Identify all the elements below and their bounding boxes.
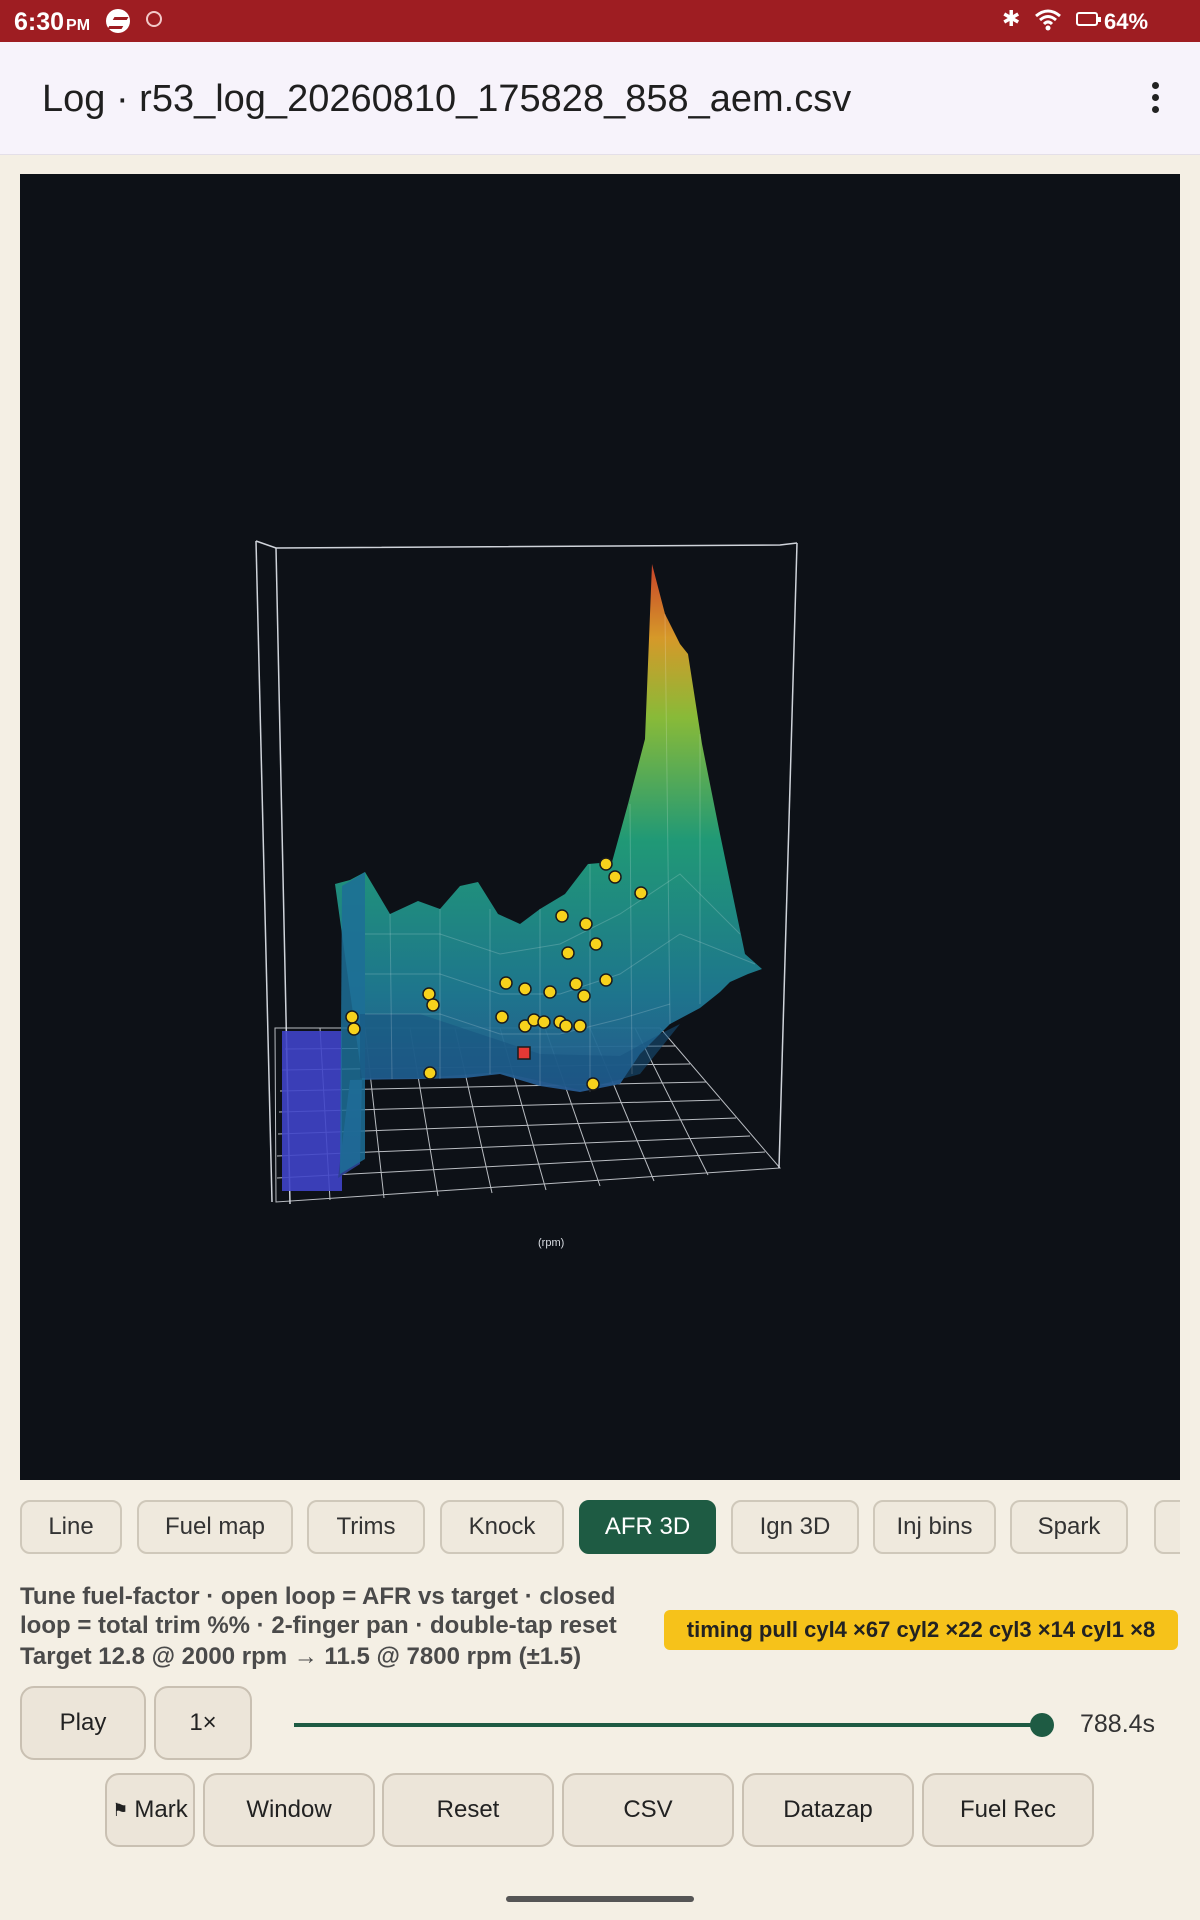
app-bar: Log · r53_log_20260810_175828_858_aem.cs… bbox=[0, 42, 1200, 155]
plot-description: Tune fuel-factor · open loop = AFR vs ta… bbox=[20, 1583, 617, 1639]
mode-chip-row: Line Fuel map Trims Knock AFR 3D Ign 3D … bbox=[20, 1500, 1180, 1558]
page-title: Log · r53_log_20260810_175828_858_aem.cs… bbox=[42, 78, 852, 120]
window-button[interactable]: Window bbox=[203, 1773, 375, 1847]
bluetooth-icon: ✱ bbox=[1002, 6, 1021, 31]
notification-icon bbox=[146, 11, 162, 27]
chip-overflow[interactable] bbox=[1154, 1500, 1180, 1554]
reset-button[interactable]: Reset bbox=[382, 1773, 554, 1847]
mark-button[interactable]: ⚑ Mark bbox=[105, 1773, 195, 1847]
afr-target: Target 12.8 @ 2000 rpm → 11.5 @ 7800 rpm… bbox=[20, 1643, 582, 1670]
blue-floor-block bbox=[282, 1031, 342, 1191]
csv-button[interactable]: CSV bbox=[562, 1773, 734, 1847]
x-axis-label: (rpm) bbox=[538, 1237, 564, 1249]
battery-icon bbox=[1076, 12, 1101, 26]
chip-spark[interactable]: Spark bbox=[1010, 1500, 1128, 1554]
timeline-slider[interactable] bbox=[294, 1723, 1042, 1727]
current-point-marker bbox=[517, 1046, 531, 1060]
datazap-button[interactable]: Datazap bbox=[742, 1773, 914, 1847]
afr-surface bbox=[335, 564, 762, 1178]
flag-icon: ⚑ bbox=[112, 1799, 129, 1820]
status-time: 6:30 PM bbox=[14, 8, 91, 36]
afr-3d-plot[interactable]: (rpm) bbox=[20, 174, 1180, 1480]
speed-button[interactable]: 1× bbox=[154, 1686, 252, 1760]
chip-trims[interactable]: Trims bbox=[307, 1500, 425, 1554]
battery-percent: 64% bbox=[1104, 9, 1149, 34]
fuel-rec-button[interactable]: Fuel Rec bbox=[922, 1773, 1094, 1847]
more-vert-icon[interactable] bbox=[1150, 82, 1160, 116]
chip-fuel-map[interactable]: Fuel map bbox=[137, 1500, 293, 1554]
chip-afr-3d[interactable]: AFR 3D bbox=[579, 1500, 716, 1554]
messenger-icon bbox=[106, 9, 130, 33]
chip-ign-3d[interactable]: Ign 3D bbox=[731, 1500, 859, 1554]
plot-info: Tune fuel-factor · open loop = AFR vs ta… bbox=[20, 1582, 620, 1671]
mark-button-label: Mark bbox=[134, 1796, 188, 1823]
timeline-slider-thumb[interactable] bbox=[1030, 1713, 1054, 1737]
status-bar: 6:30 PM ✱ 64% bbox=[0, 0, 1200, 42]
timeline-time: 788.4s bbox=[1080, 1710, 1156, 1738]
surface-plot-canvas[interactable]: (rpm) bbox=[20, 174, 1180, 1480]
chip-line[interactable]: Line bbox=[20, 1500, 122, 1554]
play-button[interactable]: Play bbox=[20, 1686, 146, 1760]
wifi-icon bbox=[1035, 9, 1061, 31]
knock-badge: timing pull cyl4 ×67 cyl2 ×22 cyl3 ×14 c… bbox=[664, 1610, 1178, 1650]
home-indicator[interactable] bbox=[506, 1896, 694, 1902]
chip-inj-bins[interactable]: Inj bins bbox=[873, 1500, 996, 1554]
chip-knock[interactable]: Knock bbox=[440, 1500, 564, 1554]
